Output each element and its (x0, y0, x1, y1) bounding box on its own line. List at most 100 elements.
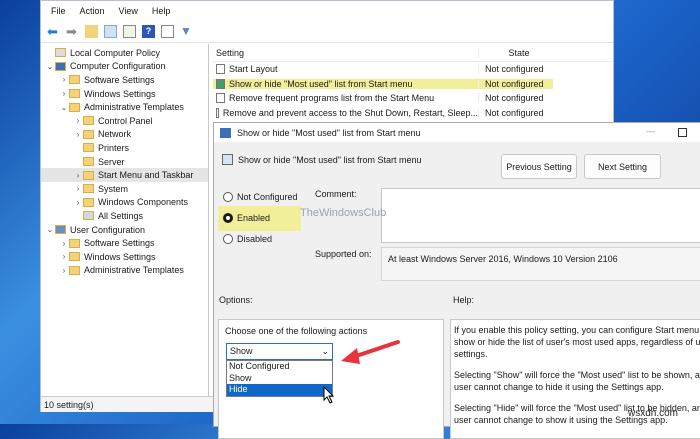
comment-field[interactable] (381, 188, 700, 243)
action-dropdown[interactable]: Show ⌄ (226, 343, 333, 360)
tree-item[interactable]: › Start Menu and Taskbar (41, 168, 208, 182)
tree-item[interactable]: › Network (41, 128, 208, 142)
folder-icon (69, 75, 80, 85)
next-setting-button[interactable]: Next Setting (584, 154, 661, 179)
setting-name: Remove frequent programs list from the S… (213, 93, 478, 104)
settings-icon (83, 211, 94, 221)
tree-item-label: Software Settings (84, 238, 155, 249)
supported-on-value: At least Windows Server 2016, Windows 10… (381, 247, 700, 281)
table-row[interactable]: Start Layout Not configured (213, 62, 613, 77)
chevron-right-icon[interactable]: › (73, 116, 83, 125)
folder-icon (69, 238, 80, 248)
menu-action[interactable]: Action (80, 6, 105, 21)
folder-icon (69, 252, 80, 262)
tree-item[interactable]: ⌄ Computer Configuration (41, 60, 208, 74)
radio-disabled[interactable]: Disabled (223, 234, 272, 244)
tree-item[interactable]: Server (41, 155, 208, 169)
chevron-right-icon[interactable]: › (73, 184, 83, 193)
radio-not-configured[interactable]: Not Configured (223, 192, 298, 202)
folder-icon (83, 170, 94, 180)
setting-state: Not configured (478, 64, 553, 75)
tree-item[interactable]: › Software Settings (41, 73, 208, 87)
user-icon (55, 225, 66, 235)
tree-item[interactable]: › Software Settings (41, 236, 208, 250)
chevron-down-icon[interactable]: ⌄ (45, 62, 55, 71)
radio-label: Enabled (237, 213, 271, 223)
chevron-right-icon[interactable]: › (59, 252, 69, 261)
folder-icon (83, 129, 94, 139)
maximize-button[interactable] (678, 128, 687, 137)
option-hide[interactable]: Hide (227, 384, 332, 396)
chevron-down-icon[interactable]: ⌄ (59, 103, 69, 112)
menu-help[interactable]: Help (152, 6, 171, 21)
tree-item-label: Network (98, 129, 132, 140)
chevron-right-icon[interactable]: › (59, 239, 69, 248)
menu-view[interactable]: View (119, 6, 138, 21)
tree-item[interactable]: › Administrative Templates (41, 264, 208, 278)
tree-item-label: Windows Settings (84, 88, 156, 99)
table-row[interactable]: Remove frequent programs list from the S… (213, 91, 613, 106)
setting-name: Start Layout (213, 64, 478, 75)
minimize-button[interactable]: — (646, 126, 655, 136)
show-hide-tree-icon[interactable] (104, 25, 117, 38)
help-icon[interactable]: ? (142, 25, 155, 38)
previous-setting-button[interactable]: Previous Setting (501, 154, 577, 179)
table-row[interactable]: Show or hide "Most used" list from Start… (213, 77, 613, 92)
chevron-down-icon: ⌄ (321, 346, 329, 356)
tree-item-label: Control Panel (98, 115, 153, 126)
tree-item-label: Computer Configuration (70, 61, 166, 72)
radio-circle (223, 213, 233, 223)
folder-icon (69, 265, 80, 275)
toolbar: ⬅ ➡ ? ▼ (41, 21, 613, 43)
chevron-down-icon[interactable]: ⌄ (45, 225, 55, 234)
option-show[interactable]: Show (227, 373, 332, 385)
chevron-right-icon[interactable]: › (59, 266, 69, 275)
tree-item-label: Administrative Templates (84, 265, 184, 276)
tree-item[interactable]: ⌄ User Configuration (41, 223, 208, 237)
folder-icon (83, 143, 94, 153)
tree-item[interactable]: Printers (41, 141, 208, 155)
setting-state: Not configured (478, 78, 553, 89)
dropdown-value: Show (230, 346, 253, 356)
watermark-thewindowsclub: TheWindowsClub (300, 207, 387, 219)
properties-icon[interactable] (161, 25, 174, 38)
chevron-right-icon[interactable]: › (73, 130, 83, 139)
chevron-right-icon[interactable]: › (59, 89, 69, 98)
column-setting[interactable]: Setting (213, 48, 478, 58)
chevron-right-icon[interactable]: › (59, 75, 69, 84)
tree-item-label: Local Computer Policy (70, 47, 161, 58)
tree-item[interactable]: › Windows Settings (41, 250, 208, 264)
up-folder-icon[interactable] (85, 25, 98, 38)
tree-item[interactable]: ⌄ Administrative Templates (41, 100, 208, 114)
comment-label: Comment: (315, 189, 357, 199)
policy-icon (220, 127, 231, 138)
help-paragraph: If you enable this policy setting, you c… (454, 325, 700, 359)
tree-item[interactable]: › Windows Components (41, 196, 208, 210)
tree-item[interactable]: › System (41, 182, 208, 196)
tree-item-label: Software Settings (84, 74, 155, 85)
dialog-heading: Show or hide "Most used" list from Start… (238, 155, 422, 165)
computer-icon (55, 61, 66, 71)
tree-item[interactable]: › Control Panel (41, 114, 208, 128)
tree-item[interactable]: All Settings (41, 209, 208, 223)
tree-item-label: System (98, 183, 129, 194)
policy-document-icon (216, 93, 225, 104)
filter-icon[interactable]: ▼ (180, 25, 193, 38)
red-arrow-annotation (341, 340, 400, 364)
radio-circle (223, 192, 233, 202)
table-row[interactable]: Remove and prevent access to the Shut Do… (213, 106, 613, 121)
back-icon[interactable]: ⬅ (47, 25, 60, 38)
tree-item[interactable]: Local Computer Policy (41, 46, 208, 60)
radio-enabled[interactable]: Enabled (223, 213, 270, 223)
forward-icon[interactable]: ➡ (66, 25, 79, 38)
list-header: Setting State (213, 44, 613, 62)
column-state[interactable]: State (478, 47, 553, 58)
chevron-right-icon[interactable]: › (73, 198, 83, 207)
folder-icon (83, 157, 94, 167)
menu-file[interactable]: File (51, 6, 66, 21)
option-not-configured[interactable]: Not Configured (227, 361, 332, 373)
export-icon[interactable] (123, 25, 136, 38)
tree-item[interactable]: › Windows Settings (41, 87, 208, 101)
policy-dialog: Show or hide "Most used" list from Start… (213, 122, 700, 439)
chevron-right-icon[interactable]: › (73, 171, 83, 180)
